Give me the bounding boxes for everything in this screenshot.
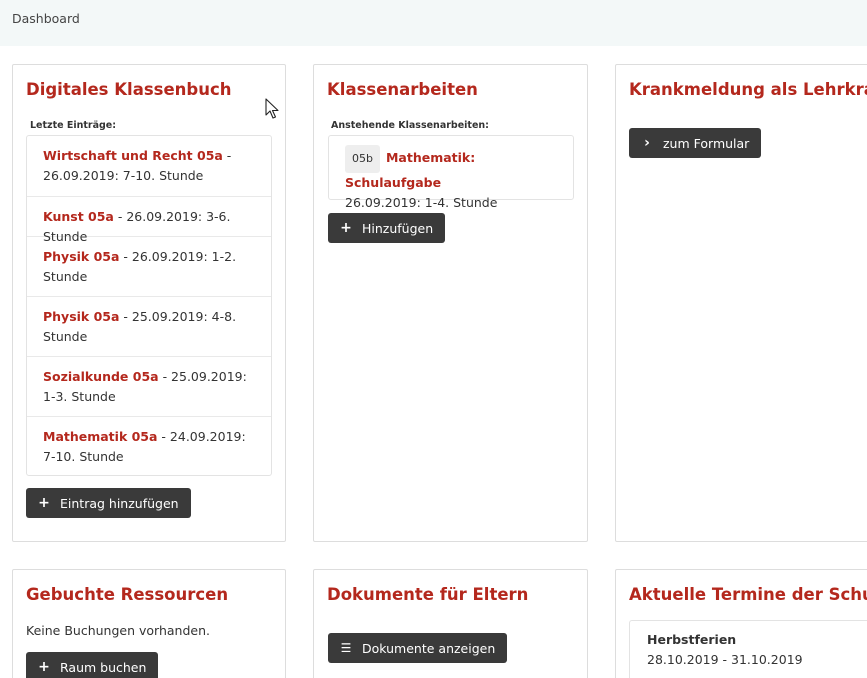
show-documents-button-label: Dokumente anzeigen [362, 640, 496, 656]
show-documents-button[interactable]: ☰ Dokumente anzeigen [328, 633, 508, 663]
ressourcen-card: Gebuchte Ressourcen Keine Buchungen vorh… [12, 569, 286, 678]
klassenbuch-title: Digitales Klassenbuch [26, 80, 232, 99]
class-badge: 05b [345, 145, 380, 173]
add-exam-button-label: Hinzufügen [362, 220, 434, 236]
entry-subject[interactable]: Physik 05a [43, 309, 119, 324]
breadcrumb[interactable]: Dashboard [12, 11, 80, 26]
entry-subject[interactable]: Wirtschaft und Recht 05a [43, 148, 223, 163]
ressourcen-title: Gebuchte Ressourcen [26, 585, 229, 604]
plus-icon: + [340, 220, 352, 236]
klassenbuch-entry-list: Wirtschaft und Recht 05a - 26.09.2019: 7… [26, 135, 272, 476]
dokumente-card: Dokumente für Eltern ☰ Dokumente anzeige… [313, 569, 588, 678]
list-item[interactable]: 05b Mathematik: Schulaufgabe 26.09.2019: … [329, 136, 573, 210]
dokumente-title: Dokumente für Eltern [327, 585, 529, 604]
event-name: Herbstferien [647, 632, 737, 647]
termine-list: Herbstferien 28.10.2019 - 31.10.2019 [629, 620, 867, 678]
entry-subject[interactable]: Kunst 05a [43, 209, 114, 224]
klassenarbeiten-list: 05b Mathematik: Schulaufgabe 26.09.2019: … [328, 135, 574, 210]
event-dates: 28.10.2019 - 31.10.2019 [647, 652, 803, 667]
mouse-cursor-icon [265, 98, 279, 119]
book-room-button-label: Raum buchen [60, 659, 147, 675]
list-item[interactable]: Physik 05a - 25.09.2019: 4-8. Stunde [27, 296, 271, 356]
klassenarbeiten-title: Klassenarbeiten [327, 80, 478, 99]
chevron-right-icon: › [644, 135, 650, 151]
exam-detail: 26.09.2019: 1-4. Stunde [345, 195, 498, 210]
add-exam-button[interactable]: + Hinzufügen [328, 213, 446, 243]
klassenbuch-sublabel: Letzte Einträge: [30, 120, 117, 131]
list-item[interactable]: Mathematik 05a - 24.09.2019: 7-10. Stund… [27, 416, 271, 476]
no-bookings-text: Keine Buchungen vorhanden. [26, 623, 210, 638]
list-item[interactable]: Sozialkunde 05a - 25.09.2019: 1-3. Stund… [27, 356, 271, 416]
plus-icon: + [38, 495, 50, 511]
klassenarbeiten-sublabel: Anstehende Klassenarbeiten: [331, 120, 489, 131]
krankmeldung-title: Krankmeldung als Lehrkraft [629, 80, 867, 99]
book-room-button[interactable]: + Raum buchen [26, 652, 159, 678]
termine-title: Aktuelle Termine der Schule [629, 585, 867, 604]
add-entry-button-label: Eintrag hinzufügen [60, 495, 179, 511]
entry-subject[interactable]: Sozialkunde 05a [43, 369, 159, 384]
klassenarbeiten-card: Klassenarbeiten Anstehende Klassenarbeit… [313, 64, 588, 542]
termine-card: Aktuelle Termine der Schule Herbstferien… [615, 569, 867, 678]
entry-subject[interactable]: Physik 05a [43, 249, 119, 264]
add-entry-button[interactable]: + Eintrag hinzufügen [26, 488, 191, 518]
list-item[interactable]: Wirtschaft und Recht 05a - 26.09.2019: 7… [27, 136, 271, 196]
klassenbuch-card: Digitales Klassenbuch Letzte Einträge: W… [12, 64, 286, 542]
top-bar: Dashboard [0, 0, 867, 46]
list-item[interactable]: Kunst 05a - 26.09.2019: 3-6. Stunde [27, 196, 271, 244]
entry-subject[interactable]: Mathematik 05a [43, 429, 157, 444]
list-item[interactable]: Herbstferien 28.10.2019 - 31.10.2019 [630, 621, 867, 678]
form-button[interactable]: › zum Formular [629, 128, 762, 158]
krankmeldung-card: Krankmeldung als Lehrkraft › zum Formula… [615, 64, 867, 542]
form-button-label: zum Formular [663, 135, 750, 151]
list-icon: ☰ [340, 641, 352, 655]
plus-icon: + [38, 659, 50, 675]
